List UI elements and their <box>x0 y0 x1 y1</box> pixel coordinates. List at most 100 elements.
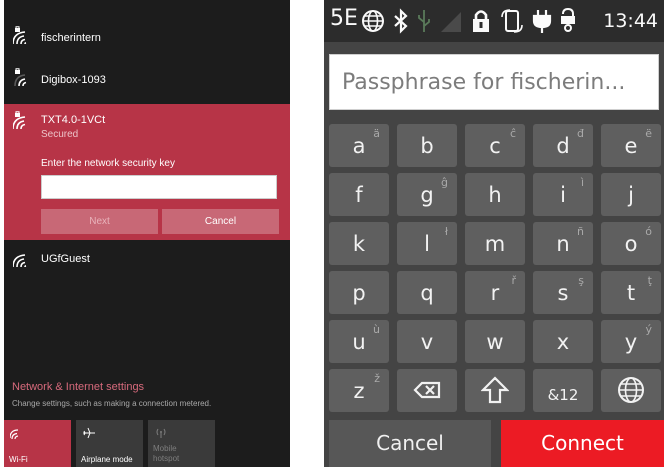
lock-icon <box>473 10 489 32</box>
cancel-button[interactable]: Cancel <box>162 209 279 234</box>
key-h[interactable]: h <box>465 173 525 216</box>
network-name: TXT4.0-1VCt <box>41 114 106 126</box>
key-label: r <box>490 281 500 305</box>
network-name: Digibox-1093 <box>41 74 106 86</box>
key-alt-label: ş <box>578 274 584 287</box>
key-w[interactable]: w <box>465 320 525 363</box>
key-s[interactable]: sş <box>533 271 593 314</box>
wifi-secured-icon <box>14 68 27 87</box>
key-label: v <box>420 330 434 354</box>
quick-action-hotspot[interactable]: Mobile hotspot <box>148 420 215 467</box>
language-key[interactable] <box>601 369 661 412</box>
key-q[interactable]: q <box>397 271 457 314</box>
wifi-secured-icon <box>13 26 27 45</box>
next-button[interactable]: Next <box>41 209 158 234</box>
network-name: fischerintern <box>41 32 101 44</box>
key-label: l <box>424 232 430 256</box>
hotspot-icon <box>156 428 166 438</box>
key-label: w <box>486 330 504 354</box>
key-label: h <box>488 183 502 207</box>
network-settings-link[interactable]: Network & Internet settings <box>12 381 144 393</box>
key-label: e <box>624 134 638 158</box>
quick-action-airplane[interactable]: Airplane mode <box>76 420 143 467</box>
key-alt-label: ë <box>645 127 652 140</box>
key-v[interactable]: v <box>397 320 457 363</box>
key-o[interactable]: oó <box>601 222 661 265</box>
key-a[interactable]: aä <box>329 124 389 167</box>
wifi-flyout: fischerintern Digibox-1093 TXT4.0-1VCt S… <box>4 0 290 467</box>
network-item-ugfguest[interactable]: UGfGuest <box>4 244 290 274</box>
key-label: q <box>420 281 434 305</box>
backspace-icon <box>413 381 441 399</box>
key-c[interactable]: cĉ <box>465 124 525 167</box>
quick-action-label-line: Mobile <box>153 444 177 453</box>
key-g[interactable]: gĝ <box>397 173 457 216</box>
key-n[interactable]: nñ <box>533 222 593 265</box>
key-alt-label: ä <box>373 127 380 140</box>
key-z[interactable]: zž <box>329 369 389 412</box>
cancel-button[interactable]: Cancel <box>329 420 491 467</box>
security-key-label: Enter the network security key <box>41 158 175 169</box>
key-alt-label: ì <box>580 176 584 189</box>
person-lock-icon <box>561 8 575 32</box>
key-label: c <box>489 134 501 158</box>
key-label: p <box>352 281 366 305</box>
key-m[interactable]: m <box>465 222 525 265</box>
key-alt-label: ř <box>511 274 516 287</box>
network-item-fischerintern[interactable]: fischerintern <box>4 22 290 58</box>
signal-icon <box>441 12 461 32</box>
quick-action-label-line: hotspot <box>153 454 180 463</box>
key-label: z <box>353 379 365 403</box>
key-label: k <box>352 232 366 256</box>
key-t[interactable]: tţ <box>601 271 661 314</box>
passphrase-field[interactable] <box>329 54 659 110</box>
shift-icon <box>481 376 509 404</box>
key-alt-label: đ <box>577 127 584 140</box>
passphrase-input[interactable] <box>330 55 658 109</box>
security-key-input[interactable] <box>41 175 277 199</box>
key-alt-label: ó <box>645 225 652 238</box>
wifi-open-icon <box>13 254 27 268</box>
backspace-key[interactable] <box>397 369 457 412</box>
connect-button[interactable]: Connect <box>501 420 664 467</box>
key-i[interactable]: iì <box>533 173 593 216</box>
network-settings-description: Change settings, such as making a connec… <box>12 399 212 408</box>
key-j[interactable]: j <box>601 173 661 216</box>
symbols-key[interactable]: &12 <box>533 369 593 412</box>
key-label: &12 <box>547 386 579 404</box>
key-label: g <box>420 183 434 207</box>
status-bar: 5E 13:44 <box>324 0 664 42</box>
network-item-txt-selected[interactable]: TXT4.0-1VCt Secured Enter the network se… <box>4 104 290 240</box>
key-alt-label: ł <box>444 225 448 238</box>
usb-icon <box>418 10 430 32</box>
key-label: u <box>352 330 366 354</box>
key-u[interactable]: uù <box>329 320 389 363</box>
quick-action-label: Airplane mode <box>81 455 133 464</box>
wifi-icon <box>10 429 19 440</box>
airplane-icon <box>83 427 95 439</box>
key-label: y <box>624 330 638 354</box>
quick-action-wifi[interactable]: Wi-Fi <box>4 420 71 467</box>
key-r[interactable]: rř <box>465 271 525 314</box>
network-name: UGfGuest <box>41 253 90 265</box>
key-f[interactable]: f <box>329 173 389 216</box>
key-alt-label: ĉ <box>509 127 516 140</box>
key-label: a <box>352 134 366 158</box>
globe-icon <box>362 10 384 32</box>
key-y[interactable]: yý <box>601 320 661 363</box>
key-alt-label: ý <box>645 323 652 336</box>
network-item-digibox[interactable]: Digibox-1093 <box>4 64 290 100</box>
key-b[interactable]: b <box>397 124 457 167</box>
key-label: j <box>628 183 634 207</box>
key-d[interactable]: dđ <box>533 124 593 167</box>
key-e[interactable]: eë <box>601 124 661 167</box>
bluetooth-icon <box>394 8 408 34</box>
shift-key[interactable] <box>465 369 525 412</box>
key-alt-label: ĝ <box>441 176 448 189</box>
key-l[interactable]: lł <box>397 222 457 265</box>
key-p[interactable]: p <box>329 271 389 314</box>
key-k[interactable]: k <box>329 222 389 265</box>
key-label: i <box>560 183 566 207</box>
key-x[interactable]: x <box>533 320 593 363</box>
key-alt-label: ù <box>373 323 380 336</box>
